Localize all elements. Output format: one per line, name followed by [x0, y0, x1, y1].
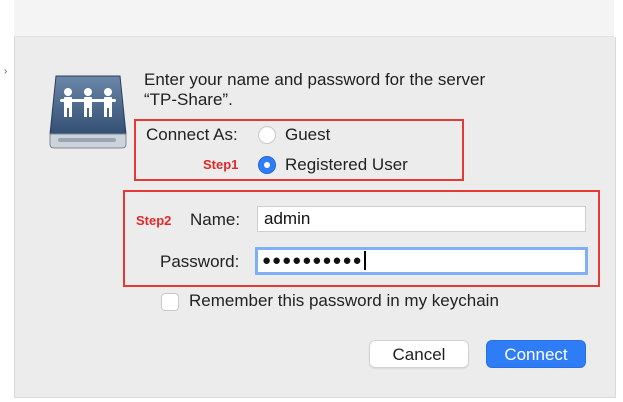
remember-keychain-checkbox[interactable] — [161, 293, 179, 311]
registered-user-radio-label[interactable]: Registered User — [285, 155, 408, 175]
dialog-prompt: Enter your name and password for the ser… — [144, 70, 564, 110]
prompt-line-2: “TP-Share”. — [144, 90, 233, 109]
shared-server-icon — [46, 68, 130, 150]
guest-radio-label[interactable]: Guest — [285, 125, 330, 145]
name-label: Name: — [190, 210, 241, 229]
connect-as-label: Connect As: — [146, 125, 238, 144]
edge-artifact: › — [4, 66, 8, 77]
cancel-button[interactable]: Cancel — [369, 340, 469, 368]
remember-keychain-label[interactable]: Remember this password in my keychain — [189, 291, 499, 311]
password-masked-value: ●●●●●●●●●● — [262, 252, 363, 269]
window-titlebar — [14, 0, 614, 37]
step2-label: Step2 — [136, 213, 172, 228]
guest-radio[interactable] — [258, 126, 276, 144]
screen: › Enter your name and password for the s… — [0, 0, 623, 402]
prompt-line-1: Enter your name and password for the ser… — [144, 70, 486, 89]
step1-label: Step1 — [203, 157, 239, 172]
password-label: Password: — [160, 252, 240, 271]
registered-user-radio[interactable] — [258, 156, 276, 174]
text-caret — [363, 251, 366, 271]
connect-button[interactable]: Connect — [486, 340, 586, 368]
name-input[interactable]: admin — [257, 206, 586, 232]
password-input[interactable]: ●●●●●●●●●● — [255, 247, 588, 275]
